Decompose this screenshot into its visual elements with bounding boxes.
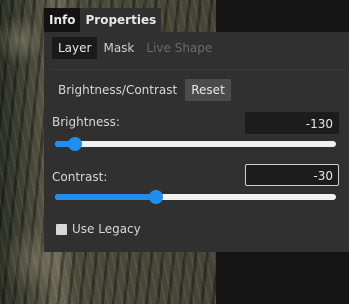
tab-properties[interactable]: Properties: [80, 8, 162, 32]
contrast-slider-thumb[interactable]: [149, 190, 164, 204]
subtab-mask[interactable]: Mask: [97, 37, 140, 59]
use-legacy-checkbox[interactable]: [56, 223, 67, 235]
use-legacy-label: Use Legacy: [72, 222, 141, 236]
contrast-slider[interactable]: [55, 190, 336, 204]
brightness-slider[interactable]: [55, 137, 336, 151]
tab-info[interactable]: Info: [44, 8, 80, 32]
use-legacy-option[interactable]: Use Legacy: [56, 221, 141, 237]
subtab-live-shape: Live Shape: [146, 41, 213, 55]
properties-panel: Layer Mask Live Shape Brightness/Contras…: [44, 32, 349, 252]
adjustment-name: Brightness/Contrast: [58, 83, 178, 97]
brightness-input[interactable]: -130: [245, 112, 339, 134]
contrast-label: Contrast:: [52, 170, 108, 184]
panel-divider: [52, 69, 345, 70]
brightness-label: Brightness:: [52, 115, 120, 129]
reset-button[interactable]: Reset: [185, 79, 231, 101]
subtab-layer[interactable]: Layer: [52, 37, 98, 59]
adjustment-header: Brightness/Contrast Reset: [58, 79, 231, 101]
panel-tab-bar: Info Properties: [44, 8, 162, 32]
contrast-slider-fill: [55, 194, 157, 200]
properties-subtabs: Layer Mask Live Shape: [52, 36, 218, 60]
brightness-slider-thumb[interactable]: [67, 137, 82, 151]
brightness-slider-track: [55, 141, 336, 147]
contrast-input[interactable]: -30: [245, 164, 339, 186]
